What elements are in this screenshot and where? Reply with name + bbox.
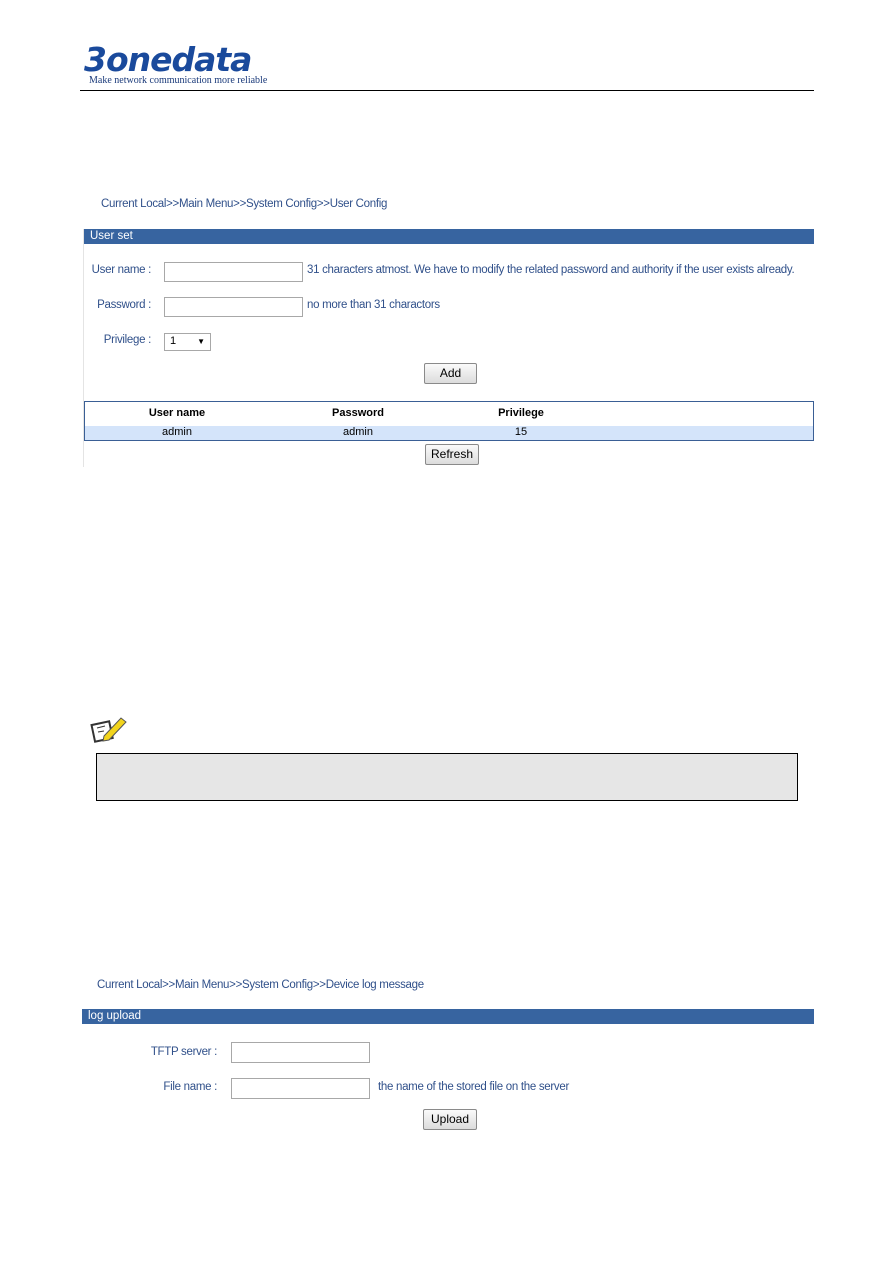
column-header-privilege: Privilege	[498, 407, 544, 419]
header-divider	[80, 90, 814, 91]
password-label: Password :	[97, 299, 151, 311]
table-row[interactable]: admin admin 15	[85, 426, 813, 440]
password-input[interactable]	[164, 297, 303, 317]
user-table: User name Password Privilege admin admin…	[84, 401, 814, 441]
refresh-button[interactable]: Refresh	[425, 444, 479, 465]
section-header-user-set: User set	[84, 229, 814, 244]
brand-logo: 3onedata	[84, 40, 252, 79]
privilege-select[interactable]: 1 ▼	[164, 333, 211, 351]
username-hint: 31 characters atmost. We have to modify …	[307, 264, 795, 276]
privilege-label: Privilege :	[103, 334, 152, 346]
note-pencil-icon	[90, 714, 128, 744]
cell-privilege: 15	[514, 426, 528, 438]
document-page: 3onedata Make network communication more…	[0, 0, 893, 1263]
note-box	[96, 753, 798, 801]
file-name-input[interactable]	[231, 1078, 370, 1099]
username-label: User name :	[91, 264, 152, 276]
column-header-password: Password	[332, 407, 384, 419]
file-name-hint: the name of the stored file on the serve…	[378, 1081, 569, 1093]
add-button[interactable]: Add	[424, 363, 477, 384]
section-header-log-upload: log upload	[82, 1009, 814, 1024]
tftp-server-input[interactable]	[231, 1042, 370, 1063]
cell-username: admin	[162, 426, 192, 438]
cell-password: admin	[343, 426, 373, 438]
column-header-username: User name	[148, 407, 206, 419]
privilege-value: 1	[170, 335, 177, 347]
breadcrumb: Current Local>>Main Menu>>System Config>…	[101, 198, 388, 210]
dropdown-arrow-icon: ▼	[197, 337, 205, 346]
brand-tagline: Make network communication more reliable	[89, 75, 268, 86]
file-name-label: File name :	[163, 1081, 217, 1093]
username-input[interactable]	[164, 262, 303, 282]
tftp-server-label: TFTP server :	[150, 1046, 217, 1058]
password-hint: no more than 31 charactors	[307, 299, 440, 311]
breadcrumb: Current Local>>Main Menu>>System Config>…	[97, 979, 424, 991]
upload-button[interactable]: Upload	[423, 1109, 477, 1130]
